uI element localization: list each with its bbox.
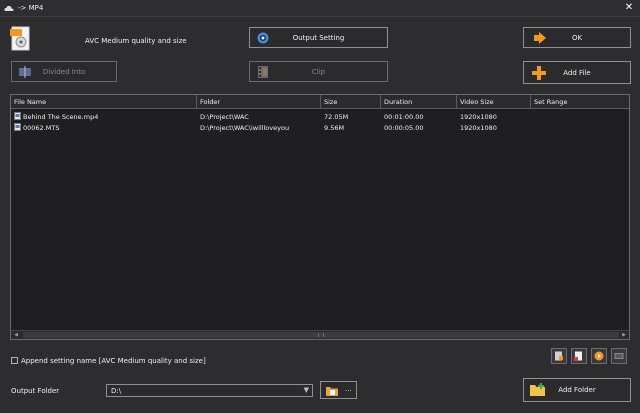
title-bar: -> MP4 ✕: [0, 0, 640, 17]
file-icon: [14, 123, 21, 131]
cell-video-size: 1920x1080: [460, 124, 497, 132]
file-icon: [14, 112, 21, 120]
film-clip-icon: [258, 65, 268, 78]
monitor-icon: [614, 353, 624, 359]
gear-icon: [257, 32, 269, 43]
browse-folder-button[interactable]: ...: [320, 381, 357, 399]
chevron-down-icon: ▼: [303, 386, 309, 394]
table-header: File Name Folder Size Duration Video Siz…: [11, 95, 629, 109]
scroll-right-icon[interactable]: ▶: [619, 331, 629, 339]
cell-size: 72.05M: [324, 113, 349, 121]
column-header-folder[interactable]: Folder: [197, 95, 321, 109]
column-header-size[interactable]: Size: [321, 95, 381, 109]
cell-duration: 00:00:05.00: [384, 124, 424, 132]
add-file-button[interactable]: Add File: [523, 61, 631, 84]
play-preview-button[interactable]: [591, 348, 607, 364]
scrollbar-thumb[interactable]: [23, 332, 619, 338]
output-folder-select[interactable]: D:\ ▼: [106, 384, 313, 397]
append-setting-checkbox[interactable]: [11, 357, 18, 364]
page-edit-icon: [574, 351, 582, 361]
play-icon: [594, 351, 604, 361]
column-header-file-name[interactable]: File Name: [11, 95, 197, 109]
add-folder-button[interactable]: Add Folder: [523, 378, 631, 402]
video-file-icon: [10, 26, 30, 51]
file-properties-button[interactable]: [571, 348, 587, 364]
ok-label: OK: [571, 33, 583, 42]
folder-add-icon: [530, 383, 545, 396]
append-setting-label[interactable]: Append setting name [AVC Medium quality …: [21, 357, 206, 365]
output-folder-label: Output Folder: [11, 387, 60, 395]
cell-folder: D:\Project\WAC: [200, 113, 249, 121]
file-info-button[interactable]: [551, 348, 567, 364]
browse-label: ...: [345, 385, 352, 393]
screen-button[interactable]: [611, 348, 627, 364]
column-header-set-range[interactable]: Set Range: [531, 95, 631, 109]
folder-icon: [326, 387, 338, 396]
table-row[interactable]: Behind The Scene.mp4 D:\Project\WAC 72.0…: [11, 112, 629, 122]
file-name: 00062.MTS: [23, 124, 60, 132]
output-setting-button[interactable]: Output Setting: [249, 27, 388, 48]
profile-name: AVC Medium quality and size: [85, 37, 187, 45]
add-file-label: Add File: [563, 68, 591, 77]
divided-into-label: Divided Into: [42, 67, 86, 76]
scroll-left-icon[interactable]: ◀: [11, 331, 21, 339]
close-button[interactable]: ✕: [622, 1, 636, 15]
cell-duration: 00:01:00.00: [384, 113, 424, 121]
cell-file-name: 00062.MTS: [11, 123, 197, 133]
divide-icon: [19, 65, 31, 78]
file-name: Behind The Scene.mp4: [23, 113, 99, 121]
output-folder-value: D:\: [111, 387, 122, 395]
column-header-duration[interactable]: Duration: [381, 95, 457, 109]
clip-label: Clip: [311, 67, 326, 76]
clip-button[interactable]: Clip: [249, 61, 388, 82]
plus-icon: [532, 65, 546, 80]
cell-file-name: Behind The Scene.mp4: [11, 112, 197, 122]
cell-folder: D:\Project\WAC\iwillloveyou: [200, 124, 290, 132]
arrow-right-icon: [534, 31, 546, 44]
ok-button[interactable]: OK: [523, 27, 631, 48]
divided-into-button[interactable]: Divided Into: [11, 61, 117, 82]
cell-video-size: 1920x1080: [460, 113, 497, 121]
column-header-video-size[interactable]: Video Size: [457, 95, 531, 109]
cell-set-range[interactable]: [531, 112, 631, 122]
cloud-icon: [4, 5, 14, 11]
document-icon: [555, 351, 563, 361]
window-title: -> MP4: [18, 4, 44, 12]
output-setting-label: Output Setting: [292, 33, 345, 42]
table-row[interactable]: 00062.MTS D:\Project\WAC\iwillloveyou 9.…: [11, 123, 629, 133]
add-folder-label: Add Folder: [558, 386, 596, 394]
scrollbar-grip-icon: [318, 333, 324, 337]
cell-size: 9.56M: [324, 124, 345, 132]
cell-set-range[interactable]: [531, 123, 631, 133]
horizontal-scrollbar[interactable]: ◀ ▶: [11, 330, 629, 339]
file-list-table[interactable]: File Name Folder Size Duration Video Siz…: [10, 94, 630, 340]
